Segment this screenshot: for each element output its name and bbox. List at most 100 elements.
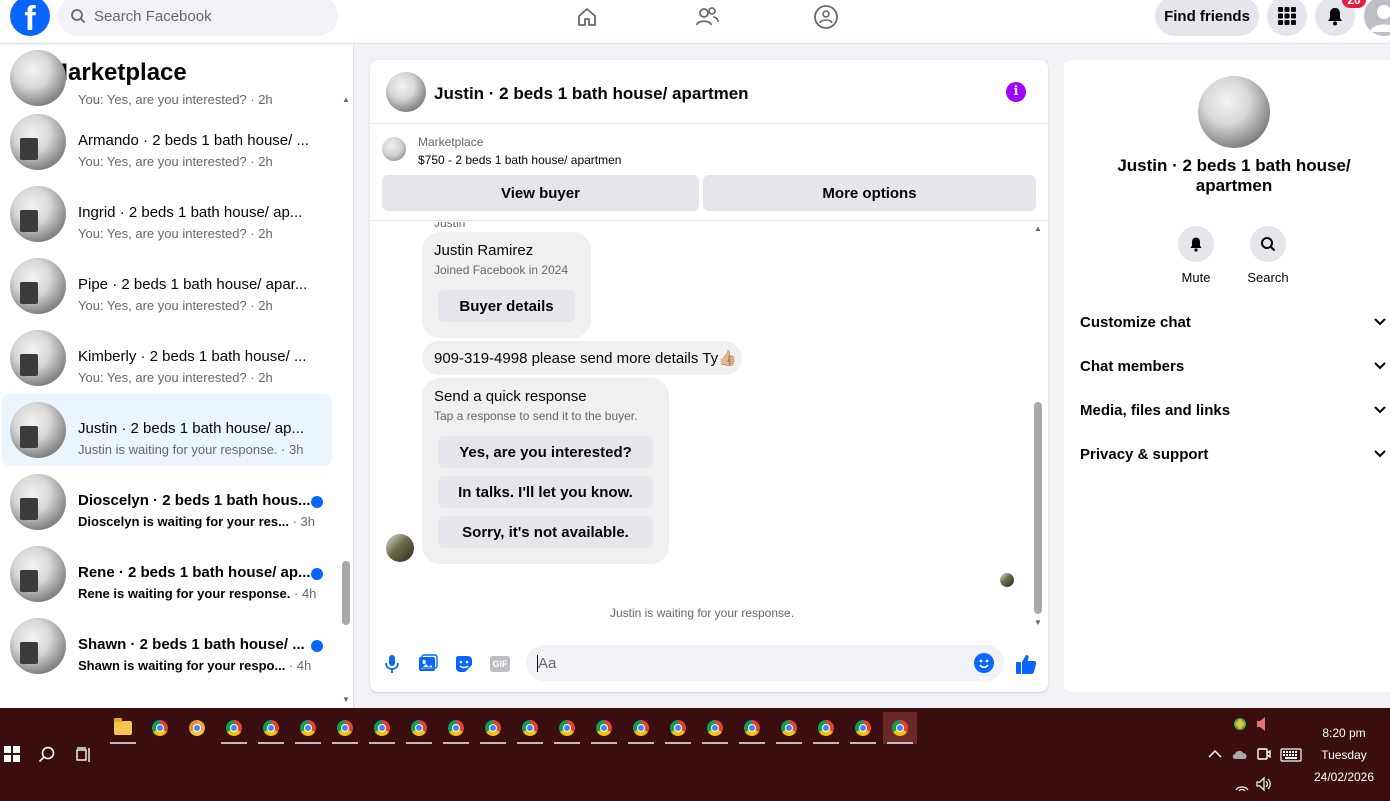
chrome-window-icon[interactable] <box>624 712 658 744</box>
microphone-icon[interactable] <box>380 652 404 676</box>
customize-chat-section[interactable]: Customize chat <box>1080 300 1390 344</box>
conversation-preview: Rene is waiting for your response. · 4h <box>78 586 318 601</box>
conversation-name: Dioscelyn · 2 beds 1 bath hous... <box>78 492 311 509</box>
chrome-canary-icon[interactable] <box>180 712 214 744</box>
friends-icon[interactable] <box>692 2 722 32</box>
listing-source-label: Marketplace <box>418 135 484 149</box>
chrome-window-icon[interactable] <box>809 712 843 744</box>
chrome-window-icon[interactable] <box>661 712 695 744</box>
message-bubble[interactable]: 909-319-4998 please send more details Ty… <box>422 341 742 375</box>
chrome-window-icon[interactable] <box>291 712 325 744</box>
listing-thumbnail <box>10 186 66 242</box>
scroll-up-arrow-icon[interactable]: ▲ <box>1034 224 1042 233</box>
preview-time: · 2h <box>246 298 273 313</box>
section-label: Privacy & support <box>1080 445 1209 463</box>
photo-icon[interactable] <box>416 652 440 676</box>
chrome-window-icon[interactable] <box>883 712 917 744</box>
chrome-window-icon[interactable] <box>439 712 473 744</box>
chrome-window-icon[interactable] <box>735 712 769 744</box>
privacy-support-section[interactable]: Privacy & support <box>1080 432 1390 476</box>
network-status-icon[interactable] <box>1232 716 1248 735</box>
profile-avatar[interactable] <box>1364 0 1390 36</box>
file-explorer-icon[interactable] <box>106 712 140 744</box>
clock-date[interactable]: 24/02/2026 <box>1300 770 1388 784</box>
unread-dot <box>311 568 323 580</box>
info-icon[interactable]: i <box>1006 82 1026 102</box>
conversation-item[interactable]: Kimberly · 2 beds 1 bath house/ ... You: … <box>2 322 332 394</box>
scrollbar-thumb[interactable] <box>1034 402 1042 614</box>
speaker-muted-icon[interactable] <box>1256 716 1270 735</box>
chrome-window-icon[interactable] <box>254 712 288 744</box>
task-view-icon[interactable] <box>75 746 93 764</box>
conversation-list-scrollbar[interactable]: ▲ ▼ <box>342 95 350 705</box>
list-item[interactable]: You: Yes, are you interested? · 2h <box>2 50 332 107</box>
more-options-button[interactable]: More options <box>703 175 1036 211</box>
message-input[interactable]: Aa <box>526 645 1004 681</box>
buyer-name: Justin Ramirez <box>434 242 534 259</box>
keyboard-icon[interactable] <box>1280 748 1302 765</box>
conversation-item[interactable]: Dioscelyn · 2 beds 1 bath hous... Dioscel… <box>2 466 332 538</box>
menu-grid-icon[interactable] <box>1267 0 1307 36</box>
quick-response-option[interactable]: Yes, are you interested? <box>438 436 653 468</box>
view-buyer-button[interactable]: View buyer <box>382 175 699 211</box>
groups-icon[interactable] <box>811 2 841 32</box>
volume-icon[interactable] <box>1256 776 1272 795</box>
facebook-logo[interactable]: f <box>10 0 50 36</box>
scroll-down-arrow-icon[interactable]: ▼ <box>1034 618 1042 627</box>
chevron-up-icon[interactable] <box>1208 748 1222 762</box>
conversation-item[interactable]: Ingrid · 2 beds 1 bath house/ ap... You: … <box>2 178 332 250</box>
chrome-window-icon[interactable] <box>698 712 732 744</box>
find-friends-button[interactable]: Find friends <box>1155 0 1259 36</box>
like-icon[interactable] <box>1014 652 1038 676</box>
scrollbar-thumb[interactable] <box>342 561 350 625</box>
conversation-item[interactable]: Pipe · 2 beds 1 bath house/ apar... You: … <box>2 250 332 322</box>
quick-response-option[interactable]: Sorry, it's not available. <box>438 516 653 548</box>
chrome-window-icon[interactable] <box>476 712 510 744</box>
waiting-status: Justin is waiting for your response. <box>609 606 795 620</box>
windows-start-icon[interactable] <box>4 746 20 762</box>
conversation-item[interactable]: Shawn · 2 beds 1 bath house/ ... Shawn is… <box>2 610 332 682</box>
media-files-links-section[interactable]: Media, files and links <box>1080 388 1390 432</box>
time-value: 2h <box>258 370 273 385</box>
chat-scrollbar[interactable]: ▲ ▼ <box>1034 224 1042 627</box>
gif-icon[interactable]: GIF <box>488 652 512 676</box>
chrome-window-icon[interactable] <box>328 712 362 744</box>
conversation-list: You: Yes, are you interested? · 2h Arman… <box>2 50 332 682</box>
conversation-preview: You: Yes, are you interested? · 2h <box>78 298 318 313</box>
chrome-window-icon[interactable] <box>772 712 806 744</box>
scroll-up-arrow-icon[interactable]: ▲ <box>342 95 350 104</box>
chrome-window-icon[interactable] <box>365 712 399 744</box>
chrome-window-icon[interactable] <box>402 712 436 744</box>
sender-avatar[interactable] <box>386 534 414 562</box>
chat-title[interactable]: Justin · 2 beds 1 bath house/ apartmen <box>434 84 749 104</box>
scroll-down-arrow-icon[interactable]: ▼ <box>342 695 350 704</box>
conversation-preview: Dioscelyn is waiting for your res... · 3… <box>78 514 318 529</box>
conversation-item[interactable]: Rene · 2 beds 1 bath house/ ap... Rene is… <box>2 538 332 610</box>
meet-now-icon[interactable] <box>1257 746 1271 765</box>
wifi-icon[interactable] <box>1234 778 1250 795</box>
chrome-window-icon[interactable] <box>513 712 547 744</box>
clock-time[interactable]: 8:20 pm <box>1300 726 1388 740</box>
chrome-window-icon[interactable] <box>550 712 584 744</box>
emoji-icon[interactable] <box>974 653 994 673</box>
chrome-icon[interactable] <box>143 712 177 744</box>
chrome-window-icon[interactable] <box>217 712 251 744</box>
conversation-item[interactable]: Armando · 2 beds 1 bath house/ ... You: Y… <box>2 106 332 178</box>
home-icon[interactable] <box>572 2 602 32</box>
clock-day[interactable]: Tuesday <box>1300 748 1388 762</box>
buyer-details-button[interactable]: Buyer details <box>438 290 575 322</box>
chrome-window-icon[interactable] <box>587 712 621 744</box>
contact-avatar[interactable] <box>1198 76 1270 148</box>
quick-response-option[interactable]: In talks. I'll let you know. <box>438 476 653 508</box>
sticker-icon[interactable] <box>452 652 476 676</box>
onedrive-cloud-icon[interactable] <box>1231 748 1249 763</box>
search-input[interactable]: Search Facebook <box>58 0 338 36</box>
chevron-down-icon <box>1374 318 1386 326</box>
chrome-window-icon[interactable] <box>846 712 880 744</box>
search-in-conversation-button[interactable]: Search <box>1238 226 1298 285</box>
chat-members-section[interactable]: Chat members <box>1080 344 1390 388</box>
conversation-item[interactable]: Justin · 2 beds 1 bath house/ ap... Justi… <box>2 394 332 466</box>
mute-button[interactable]: Mute <box>1166 226 1226 285</box>
search-icon[interactable] <box>38 746 56 764</box>
chat-avatar[interactable] <box>386 72 426 112</box>
